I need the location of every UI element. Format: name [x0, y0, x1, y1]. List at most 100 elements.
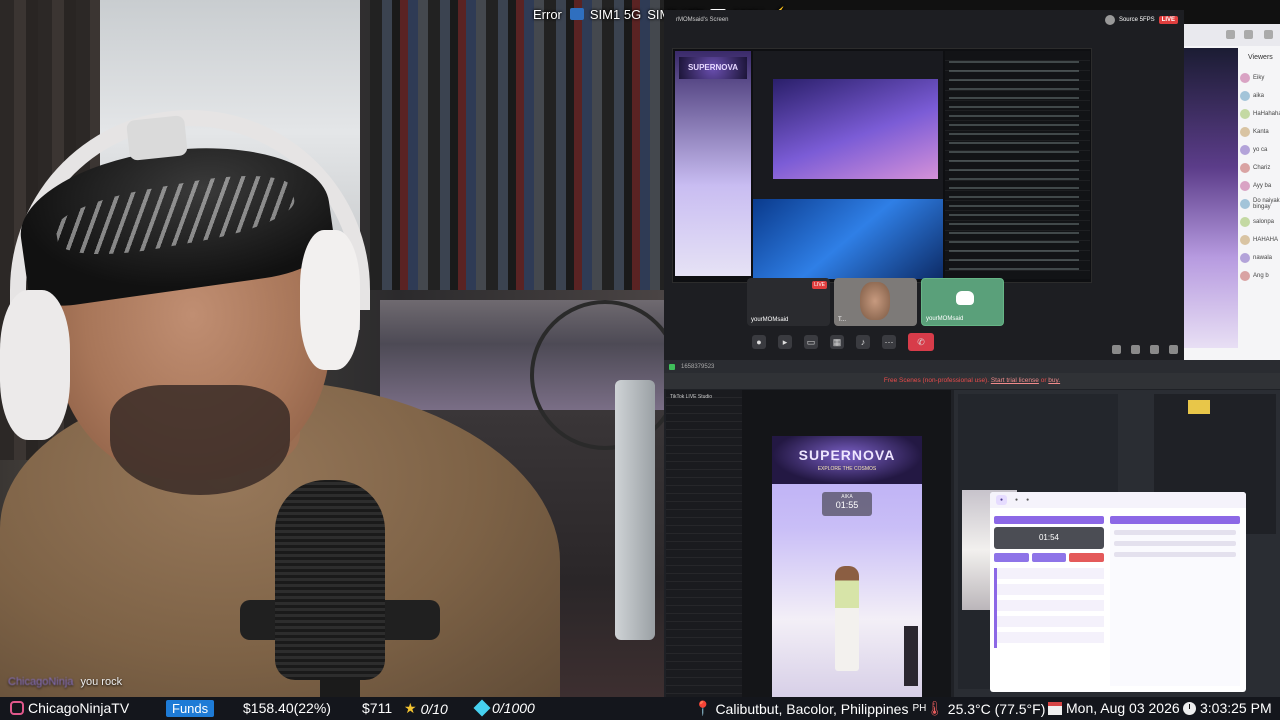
stream-art	[1184, 48, 1238, 348]
soundboard-icon[interactable]: ♪	[856, 335, 870, 349]
resume-button[interactable]	[1031, 553, 1067, 562]
viewer-avatar	[1240, 127, 1250, 137]
shared-screen[interactable]: SUPERNOVA	[672, 48, 1092, 283]
preview-title: SUPERNOVA	[772, 436, 922, 484]
extension-icon[interactable]	[1226, 30, 1235, 39]
viewer-item[interactable]: Ayy ba	[1240, 177, 1280, 195]
pin-icon: 📍	[694, 700, 712, 716]
window-id: 1658379523	[681, 363, 715, 370]
call-corner-tools	[1112, 345, 1178, 354]
diamond-icon	[473, 699, 491, 717]
mic-toggle-icon[interactable]: ●	[752, 335, 766, 349]
shared-browser	[753, 51, 943, 199]
card-selection-list[interactable]	[994, 568, 1104, 648]
source-label: Source 5FPS	[1118, 17, 1155, 23]
source-tag: Source 5FPS LIVE	[1104, 15, 1178, 25]
participant-name: yourMOMsaid	[751, 317, 789, 323]
tab-settings[interactable]: ●	[1015, 497, 1018, 503]
viewer-avatar	[1240, 181, 1250, 191]
participant-tile[interactable]: yourMOMsaid	[921, 278, 1004, 326]
star-icon: ★	[404, 700, 417, 716]
close-icon[interactable]	[1264, 30, 1273, 39]
viewer-avatar	[1240, 253, 1250, 263]
viewer-item[interactable]: Chariz	[1240, 159, 1280, 177]
participant-tile[interactable]: LIVE yourMOMsaid	[747, 278, 830, 326]
participant-tiles: LIVE yourMOMsaid T... yourMOMsaid	[747, 278, 1004, 326]
call-controls: ● ▸ ▭ ▦ ♪ ⋯ ✆	[752, 333, 934, 351]
chat-username: ChicagoNinja	[8, 676, 74, 688]
more-icon[interactable]: ⋯	[882, 335, 896, 349]
participant-tile[interactable]: T...	[834, 278, 917, 326]
shared-phone-preview: SUPERNOVA	[675, 51, 751, 276]
trial-license-link[interactable]: Start trial license	[991, 377, 1039, 384]
banner-or: or	[1040, 377, 1047, 384]
preview-subtitle: EXPLORE THE COSMOS	[817, 466, 877, 472]
participant-video	[860, 282, 890, 320]
viewer-item[interactable]: Do naiyak bingay	[1240, 195, 1280, 213]
webcam-feed: ChicagoNinja you rock	[0, 0, 664, 697]
stars-value: 0/10	[420, 700, 448, 717]
volume-icon[interactable]	[1112, 345, 1121, 354]
viewer-item[interactable]: Eiky	[1240, 69, 1280, 87]
viewer-item[interactable]: HaHahaha	[1240, 105, 1280, 123]
calendar-icon	[1048, 701, 1062, 715]
chat-lines	[949, 61, 1079, 271]
pause-button[interactable]	[994, 553, 1029, 562]
viewer-item[interactable]: aika	[1240, 87, 1280, 105]
tab-home[interactable]: ●	[996, 495, 1008, 505]
instagram-icon	[10, 701, 24, 715]
panel-left: 01:54	[994, 516, 1105, 648]
viewer-name: Kanta	[1253, 129, 1269, 135]
browser-toolbar	[1184, 24, 1280, 46]
viewer-name: Chariz	[1253, 165, 1271, 171]
screen-share-icon[interactable]: ▭	[804, 335, 818, 349]
viewer-item[interactable]: yo ca	[1240, 141, 1280, 159]
fullscreen-icon[interactable]	[1169, 345, 1178, 354]
end-round-button[interactable]	[1069, 553, 1105, 562]
camera-toggle-icon[interactable]: ▸	[778, 335, 792, 349]
viewer-item[interactable]: Kanta	[1240, 123, 1280, 141]
viewers-panel: Viewers Eiky aika HaHahaha Kanta yo ca Chariz…	[1184, 24, 1280, 360]
tab-data[interactable]: ●	[1026, 497, 1029, 503]
clock-icon	[1183, 701, 1196, 715]
stars-segment: ★ 0/10	[404, 700, 448, 717]
viewer-name: Eiky	[1253, 75, 1265, 81]
viewer-name: salonpa	[1253, 219, 1275, 225]
shared-wallpaper	[753, 199, 943, 279]
viewer-avatar	[1240, 163, 1250, 173]
buy-link[interactable]: buy.	[1048, 377, 1060, 384]
video-call-window: rMOMsaid's Screen Source 5FPS LIVE SUPER…	[664, 10, 1184, 360]
gems-segment: 0/1000	[473, 699, 535, 717]
headphone-left-cup	[0, 290, 70, 440]
funds-label: Funds	[166, 700, 215, 717]
viewer-avatar	[1240, 109, 1250, 119]
viewer-item[interactable]: Ang b	[1240, 267, 1280, 285]
banner-text: Free Scenes (non-professional use).	[883, 377, 990, 384]
viewer-item[interactable]: HAHAHA	[1240, 231, 1280, 249]
obs-titlebar: 1658379523	[664, 360, 1280, 373]
tile-live-badge: LIVE	[812, 281, 827, 289]
error-label: Error	[533, 6, 562, 22]
studio-sidebar: TikTok LIVE Studio	[666, 390, 742, 697]
screen-share-label: rMOMsaid's Screen	[676, 17, 729, 23]
profile-icon[interactable]	[1244, 30, 1253, 39]
panel-timer: 01:54	[994, 527, 1104, 549]
app-title: TikTok LIVE Studio	[670, 394, 713, 400]
overview-line	[1114, 530, 1236, 535]
viewer-item[interactable]: salonpa	[1240, 213, 1280, 231]
preview-name: AIKA	[841, 494, 853, 500]
overview-line	[1114, 541, 1236, 546]
popout-icon[interactable]	[1150, 345, 1159, 354]
viewers-list: Eiky aika HaHahaha Kanta yo ca Chariz Ayy ba Do…	[1240, 69, 1280, 285]
viewer-item[interactable]: nawala	[1240, 249, 1280, 267]
chat-message: ChicagoNinja you rock	[8, 676, 122, 688]
activities-icon[interactable]: ▦	[830, 335, 844, 349]
pin-icon[interactable]	[1131, 345, 1140, 354]
game-overlay-app: ● ● ● 01:54	[954, 390, 1280, 697]
phone-banner: SUPERNOVA	[679, 57, 747, 79]
viewer-name: HaHahaha	[1253, 111, 1280, 117]
disconnect-button[interactable]: ✆	[908, 333, 934, 351]
panel-tabs: ● ● ●	[990, 492, 1246, 508]
avatar	[1104, 15, 1115, 25]
weather-segment: 🌡 25.3°C (77.5°F)	[926, 700, 1045, 717]
